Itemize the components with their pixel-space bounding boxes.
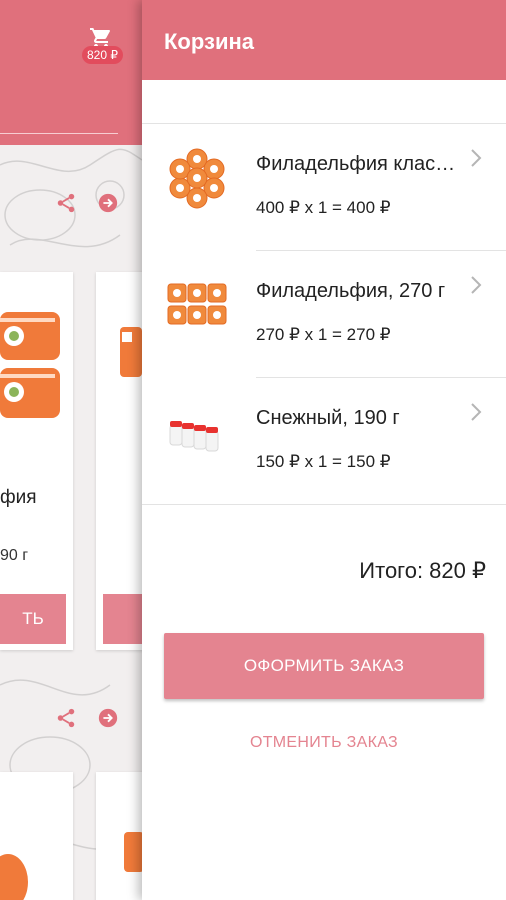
cancel-order-button[interactable]: ОТМЕНИТЬ ЗАКАЗ <box>164 725 484 761</box>
product-weight: 90 г <box>0 547 29 564</box>
item-name: Филадельфия классическая <box>256 153 456 175</box>
item-price-calc: 270 ₽ x 1 = 270 ₽ <box>256 325 391 344</box>
product-card[interactable]: фия 90 г ТЬ <box>0 272 73 650</box>
product-image <box>124 832 144 872</box>
roll-row-icon <box>169 421 219 452</box>
checkout-button[interactable]: ОФОРМИТЬ ЗАКАЗ <box>164 633 484 699</box>
product-image <box>0 272 73 468</box>
cart-item[interactable]: Филадельфия, 270 г 270 ₽ x 1 = 270 ₽ <box>142 252 506 378</box>
add-to-cart-button[interactable]: ТЬ <box>0 594 66 644</box>
chevron-right-icon[interactable] <box>468 401 484 423</box>
drawer-title: Корзина <box>164 29 254 54</box>
roll-plate-icon <box>169 148 225 209</box>
product-image <box>96 272 146 468</box>
item-price-calc: 400 ₽ x 1 = 400 ₽ <box>256 198 391 217</box>
cart-button[interactable]: 820 ₽ <box>78 26 134 70</box>
item-price-calc: 150 ₽ x 1 = 150 ₽ <box>256 452 391 471</box>
chevron-right-icon[interactable] <box>468 147 484 169</box>
item-name: Филадельфия, 270 г <box>256 280 446 302</box>
arrow-forward-icon[interactable] <box>97 707 119 729</box>
divider <box>142 504 506 505</box>
background-app: 820 ₽ фия 90 г ТЬ <box>0 0 150 900</box>
cart-item[interactable]: Филадельфия классическая 400 ₽ x 1 = 400… <box>142 125 506 251</box>
divider <box>256 250 506 251</box>
share-icon[interactable] <box>55 707 77 729</box>
share-icon[interactable] <box>55 192 77 214</box>
background-header: 820 ₽ <box>0 0 142 145</box>
search-underline <box>0 133 118 134</box>
item-name: Снежный, 190 г <box>256 407 400 429</box>
cart-item[interactable]: Снежный, 190 г 150 ₽ x 1 = 150 ₽ <box>142 379 506 505</box>
product-card[interactable] <box>96 772 146 900</box>
drawer-header: Корзина <box>142 0 506 80</box>
cart-total-badge: 820 ₽ <box>82 46 123 64</box>
roll-set-icon <box>167 283 227 325</box>
chevron-right-icon[interactable] <box>468 274 484 296</box>
divider <box>256 377 506 378</box>
cart-drawer: Корзина Филадельфия классическая 400 ₽ x… <box>142 0 506 900</box>
product-title: фия <box>0 487 37 508</box>
arrow-forward-icon[interactable] <box>97 192 119 214</box>
product-image <box>0 854 28 900</box>
divider <box>142 123 506 124</box>
product-card[interactable] <box>0 772 73 900</box>
add-to-cart-button[interactable] <box>103 594 146 644</box>
order-total: Итого: 820 ₽ <box>359 558 486 583</box>
product-card[interactable] <box>96 272 146 650</box>
